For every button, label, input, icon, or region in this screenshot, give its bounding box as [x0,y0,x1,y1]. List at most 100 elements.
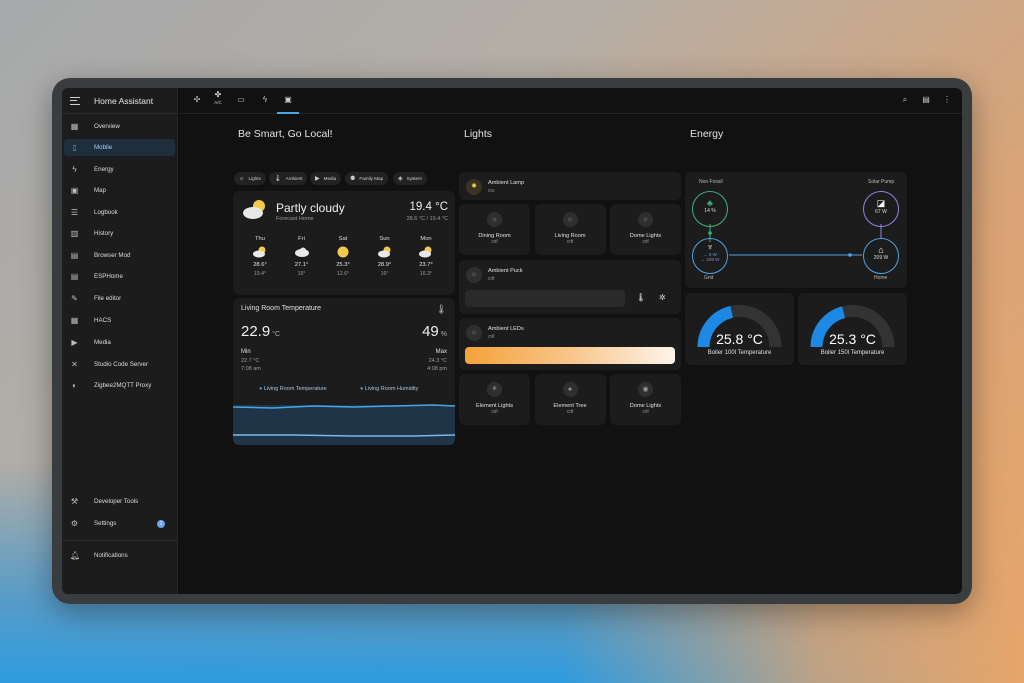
sidebar-item-overview[interactable]: ▦ Overview [64,118,175,135]
ambient-leds-card[interactable]: ☼ Ambient LEDs Off [459,318,681,370]
max-value: 24.3 °C [428,358,447,364]
light-tile-dome-lights[interactable]: ◉ Dome Lights Off [610,374,681,425]
light-tile-dining-room[interactable]: ☼ Dining Room Off [459,204,530,255]
sidebar-item-zigbee2mqtt-proxy[interactable]: ◐ Zigbee2MQTT Proxy [64,377,175,394]
weather-card[interactable]: Partly cloudy Forecast Home 19.4 °C 28.6… [233,191,455,295]
sidebar-item-label: Studio Code Server [94,361,148,368]
ambient-lamp-row[interactable]: ✹ Ambient Lamp On [459,172,681,200]
legend-humidity[interactable]: ● Living Room Humidity [360,386,418,392]
ambient-puck-card[interactable]: ☼ Ambient Puck Off 🌡︎ ✲ [459,260,681,314]
forecast-high: 23.7° [419,262,433,268]
boiler-100-gauge-card[interactable]: 25.8 °C Boiler 100l Temperature [685,293,794,365]
energy-distribution-card[interactable]: Non Fossil ♣ 14 % Solar Pump ◪ 67 W ♆ → … [685,172,907,288]
sunny-icon [328,245,358,259]
settings-badge: 1 [157,519,165,528]
boiler-150-gauge-card[interactable]: 25.3 °C Boiler 150l Temperature [798,293,907,365]
light-tile-living-room[interactable]: ☼ Living Room Off [534,204,606,255]
legend-temperature[interactable]: ● Living Room Temperature [259,386,327,392]
sidebar-item-esphome[interactable]: ▤ ESPHome [64,268,175,285]
sidebar-item-logbook[interactable]: ☰ Logbook [64,204,175,221]
forecast-day-name: Sat [338,236,348,242]
ac-icon[interactable]: ✤ A/C [212,91,224,106]
sensor-graph [233,404,455,445]
solar-panel-icon: ◪ [876,198,886,208]
app-screen: Home Assistant ▦ Overview ▯ Mobile ϟ Energy ▣ M… [62,88,962,594]
brightness-slider[interactable] [465,290,625,307]
app-title: Home Assistant [94,95,154,106]
monitor-icon[interactable]: ▣ [282,95,294,104]
gauge-value: 25.8 °C [716,331,763,347]
entity-name: Ambient Lamp [488,180,525,186]
hacs-icon: ▦ [70,316,79,325]
sidebar-item-studio-code-server[interactable]: ✕ Studio Code Server [64,356,175,373]
max-label: Max [435,349,447,355]
youtube-icon: ▶ [315,176,320,182]
sidebar-item-history[interactable]: ▥ History [64,225,175,242]
more-icon[interactable]: ⋮ [941,95,953,104]
search-icon[interactable]: ⌕ [899,95,911,105]
partly-cloudy-icon [370,245,400,259]
forecast-low: 16° [297,271,306,277]
living-room-card[interactable]: Living Room Temperature 🌡︎ 22.9 °C 49% Mi… [233,298,455,445]
gear-icon: ⚙ [70,519,79,528]
chip-ambient[interactable]: 🌡︎ Ambient [269,172,308,185]
non-fossil-node[interactable]: ♣ 14 % [692,191,728,227]
tree-icon: ♠ [562,382,578,397]
min-time: 7:08 am [241,366,261,372]
sidebar-item-file-editor[interactable]: ✎ File editor [64,290,175,307]
cube-icon: ◈ [398,176,403,182]
partly-cloudy-icon [241,198,269,225]
chip-media[interactable]: ▶ Media [310,172,342,185]
hammer-icon: ⚒ [70,497,79,506]
tile-state: Off [491,410,498,415]
sidebar-item-settings[interactable]: ⚙ Settings 1 [64,515,175,532]
forecast-low: 12.6° [336,271,350,277]
sidebar-item-label: Mobile [94,144,113,151]
sidebar-item-label: ESPHome [94,273,123,280]
sidebar-item-energy[interactable]: ϟ Energy [64,161,175,178]
light-tile-element-lights[interactable]: ⚘ Element Lights Off [459,374,530,425]
sidebar-item-media[interactable]: ▶ Media [64,334,175,351]
light-tile-dome-lights[interactable]: ☼ Dome Lights Off [610,204,681,255]
partly-cloudy-icon [245,245,275,259]
wrench-icon: ✎ [71,294,78,303]
bulb-icon: ☼ [466,325,482,341]
sidebar-item-notifications[interactable]: 🔔︎ Notifications [64,547,175,564]
chip-system[interactable]: ◈ System [393,172,427,185]
sidebar-item-hacs[interactable]: ▦ HACS [64,312,175,329]
grid-node[interactable]: ♆ → 0 W ← 209 W [692,238,728,274]
thermometer-icon[interactable]: 🌡︎ [636,293,646,302]
leaf-icon: ♣ [707,198,713,208]
chat-icon[interactable]: ▤ [920,95,932,104]
bulb-icon: ☼ [638,212,653,227]
sidebar-item-developer-tools[interactable]: ⚒ Developer Tools [64,493,175,510]
bulb-icon: ✹ [466,179,482,195]
media-icon: ▶ [71,338,78,347]
forecast-high: 27.1° [294,262,309,268]
sidebar-divider [62,540,178,541]
menu-icon[interactable] [70,96,80,105]
color-temp-slider[interactable] [465,347,675,364]
palette-icon[interactable]: ✲ [659,293,666,302]
bulb-icon: ☼ [562,212,578,227]
sidebar-item-map[interactable]: ▣ Map [64,182,175,199]
lightning-icon: ϟ [72,165,77,174]
home-node[interactable]: ⌂ 209 W [863,238,899,274]
light-tile-element-tree[interactable]: ♠ Element Tree Off [534,374,606,425]
column-title-right: Energy [690,128,724,140]
tv-icon[interactable]: ▭ [235,95,247,104]
grid-export: ← 209 W [700,257,720,262]
bulb-icon: ☼ [487,212,502,227]
vscode-icon: ✕ [71,360,78,369]
sidebar-item-mobile[interactable]: ▯ Mobile [64,139,175,156]
fan-icon[interactable]: ✣ [191,95,203,104]
forecast-low: 16.3° [419,271,433,277]
lightning-icon[interactable]: ϟ [259,95,271,104]
chip-lights[interactable]: ☼ Lights [234,172,266,185]
sidebar-item-browser-mod[interactable]: ▤ Browser Mod [64,247,175,264]
solar-node[interactable]: ◪ 67 W [863,191,899,227]
sidebar-item-label: Energy [94,166,114,173]
sidebar-item-label: HACS [94,317,112,324]
chip-family-map[interactable]: ⚉ Family Map [345,172,389,185]
non-fossil-label: Non Fossil [699,179,723,185]
